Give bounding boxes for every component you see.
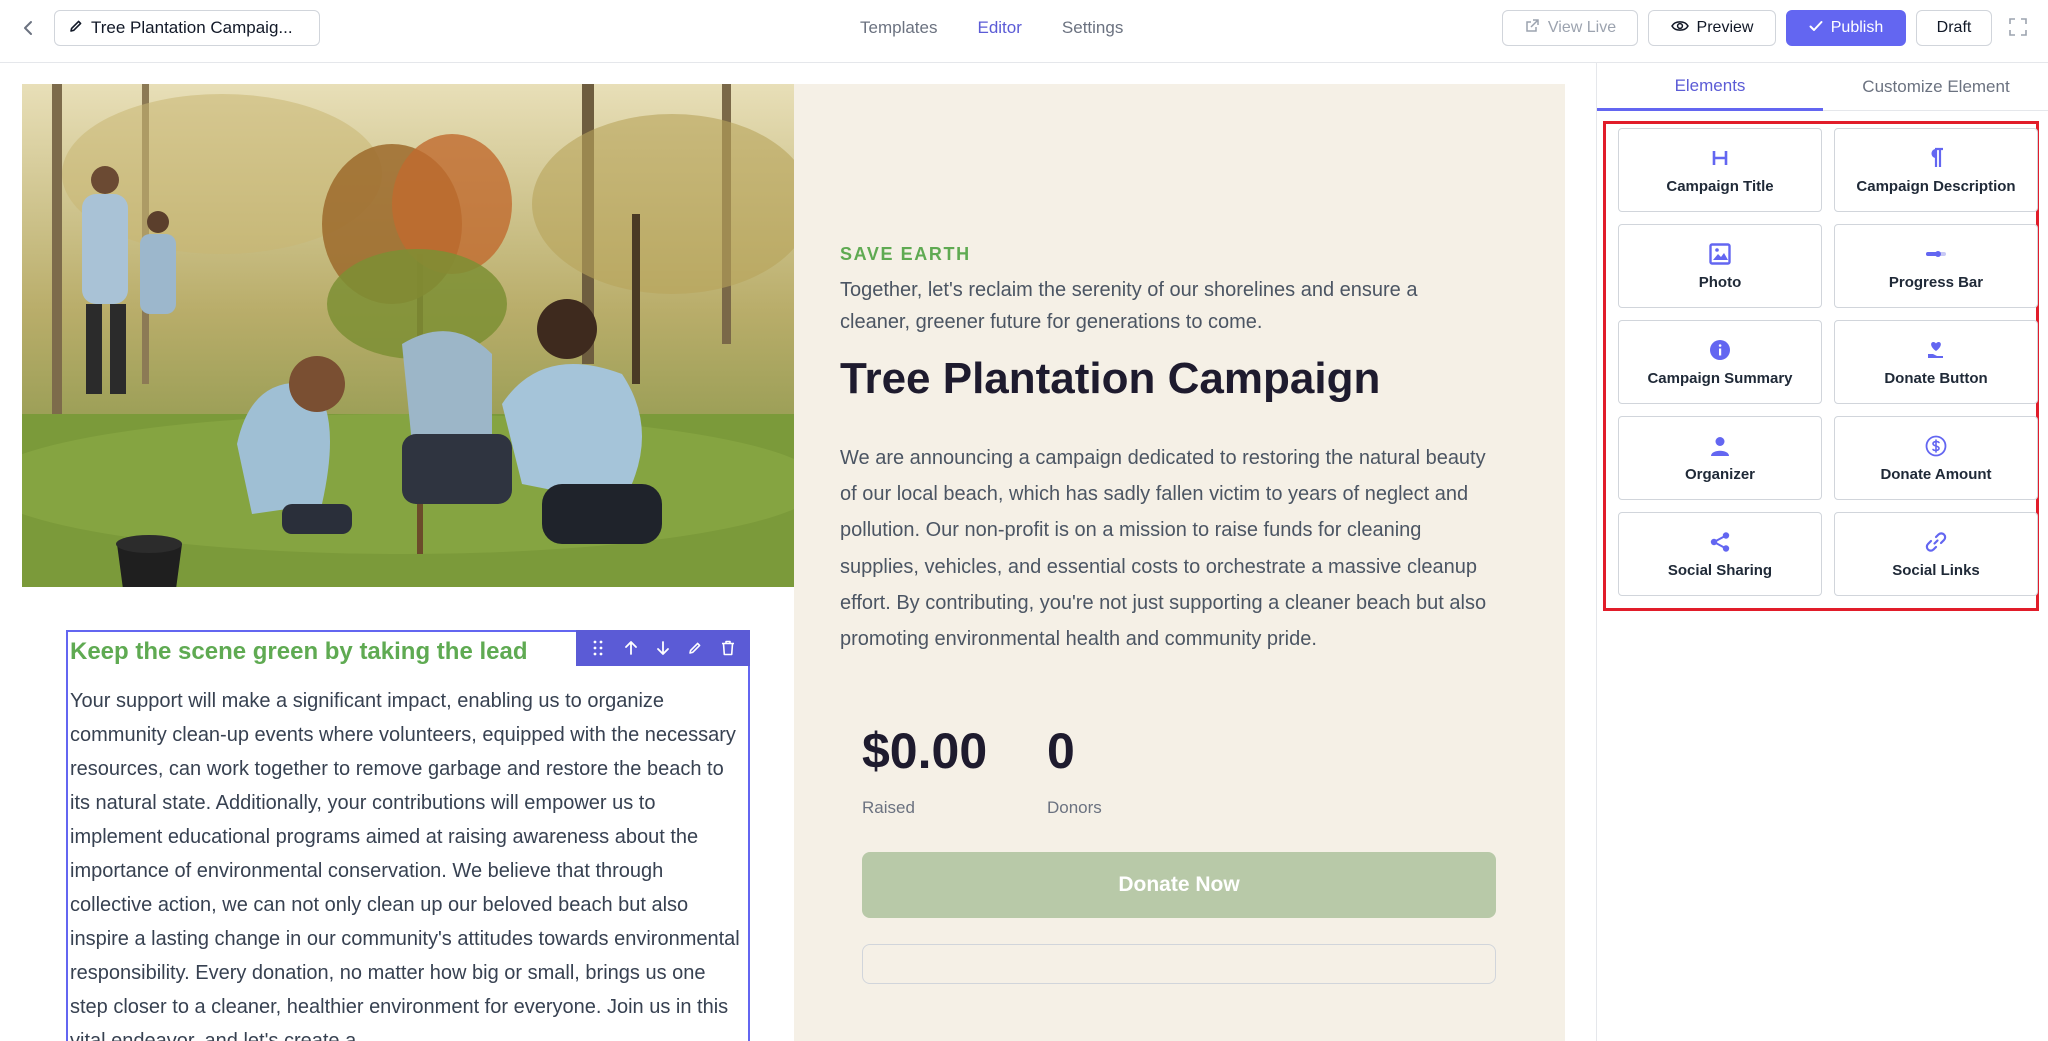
right-sidebar: Elements Customize Element Campaign Titl…: [1596, 63, 2048, 1041]
element-campaign-description[interactable]: Campaign Description: [1834, 128, 2038, 212]
share-icon: [1708, 530, 1732, 554]
block-heading[interactable]: Keep the scene green by taking the lead: [70, 638, 527, 666]
tab-customize-element[interactable]: Customize Element: [1823, 63, 2048, 111]
move-down-icon[interactable]: [652, 637, 674, 659]
pencil-icon: [69, 18, 83, 38]
delete-icon[interactable]: [717, 637, 739, 659]
campaign-title: Tree Plantation Campaign: [840, 354, 1381, 403]
top-bar: Tree Plantation Campaig... Templates Edi…: [0, 0, 2048, 63]
tab-templates[interactable]: Templates: [860, 18, 937, 38]
back-chevron-icon[interactable]: [16, 14, 40, 42]
element-label: Progress Bar: [1888, 273, 1984, 291]
link-icon: [1924, 530, 1948, 554]
element-label: Donate Button: [1884, 369, 1988, 387]
campaign-photo[interactable]: [22, 84, 794, 587]
tab-elements[interactable]: Elements: [1597, 63, 1823, 111]
secondary-button[interactable]: [862, 944, 1496, 984]
element-campaign-title[interactable]: Campaign Title: [1618, 128, 1822, 212]
block-toolbar: [576, 630, 750, 666]
elements-highlight: Campaign Title Campaign Description Phot…: [1603, 121, 2039, 611]
drag-handle-icon[interactable]: [587, 637, 609, 659]
raised-label: Raised: [862, 798, 915, 817]
move-up-icon[interactable]: [620, 637, 642, 659]
donate-hand-icon: [1924, 338, 1948, 362]
element-label: Campaign Summary: [1647, 369, 1793, 387]
element-label: Donate Amount: [1880, 465, 1992, 483]
element-photo[interactable]: Photo: [1618, 224, 1822, 308]
external-link-icon: [1524, 18, 1540, 39]
publish-button[interactable]: Publish: [1786, 10, 1906, 46]
element-label: Campaign Title: [1666, 177, 1774, 195]
sidebar-tabs: Elements Customize Element: [1597, 63, 2048, 111]
preview-button[interactable]: Preview: [1648, 10, 1776, 46]
user-icon: [1708, 434, 1732, 458]
element-label: Campaign Description: [1856, 177, 2016, 195]
raised-value: $0.00: [862, 723, 988, 779]
campaign-kicker: SAVE EARTH: [840, 244, 971, 264]
donors-label: Donors: [1047, 798, 1102, 817]
edit-icon[interactable]: [684, 637, 706, 659]
element-social-links[interactable]: Social Links: [1834, 512, 2038, 596]
raised-stat: $0.00 Raised: [862, 722, 987, 818]
tab-settings[interactable]: Settings: [1062, 18, 1123, 38]
preview-label: Preview: [1696, 19, 1754, 36]
photo-icon: [1708, 242, 1732, 266]
donors-value: 0: [1047, 723, 1075, 779]
heading-icon: [1708, 146, 1732, 170]
eye-icon: [1670, 19, 1689, 38]
donors-stat: 0 Donors: [1047, 722, 1102, 818]
draft-button[interactable]: Draft: [1916, 10, 1992, 46]
element-social-sharing[interactable]: Social Sharing: [1618, 512, 1822, 596]
campaign-title-button[interactable]: Tree Plantation Campaig...: [54, 10, 320, 46]
info-icon: [1708, 338, 1732, 362]
progress-bar-icon: [1924, 242, 1948, 266]
fullscreen-icon[interactable]: [2008, 17, 2030, 39]
view-live-label: View Live: [1547, 19, 1617, 36]
publish-label: Publish: [1830, 19, 1884, 36]
tab-editor[interactable]: Editor: [977, 18, 1021, 38]
element-campaign-summary[interactable]: Campaign Summary: [1618, 320, 1822, 404]
element-label: Social Sharing: [1667, 561, 1773, 579]
campaign-description: We are announcing a campaign dedicated t…: [840, 447, 1487, 651]
paragraph-icon: [1924, 146, 1948, 170]
campaign-title-text: Tree Plantation Campaig...: [91, 18, 293, 37]
block-text[interactable]: Your support will make a significant imp…: [70, 684, 746, 1041]
element-organizer[interactable]: Organizer: [1618, 416, 1822, 500]
element-progress-bar[interactable]: Progress Bar: [1834, 224, 2038, 308]
element-label: Photo: [1698, 273, 1742, 291]
editor-tabs: Templates Editor Settings: [860, 0, 1123, 56]
draft-label: Draft: [1936, 19, 1972, 36]
check-icon: [1809, 19, 1823, 37]
element-donate-amount[interactable]: Donate Amount: [1834, 416, 2038, 500]
elements-grid: Campaign Title Campaign Description Phot…: [1618, 128, 2038, 596]
element-label: Organizer: [1684, 465, 1756, 483]
element-label: Social Links: [1892, 561, 1980, 579]
campaign-subtitle: Together, let's reclaim the serenity of …: [840, 279, 1418, 333]
element-donate-button[interactable]: Donate Button: [1834, 320, 2038, 404]
dollar-icon: [1924, 434, 1948, 458]
donate-now-button[interactable]: Donate Now: [862, 852, 1496, 918]
view-live-button[interactable]: View Live: [1502, 10, 1638, 46]
